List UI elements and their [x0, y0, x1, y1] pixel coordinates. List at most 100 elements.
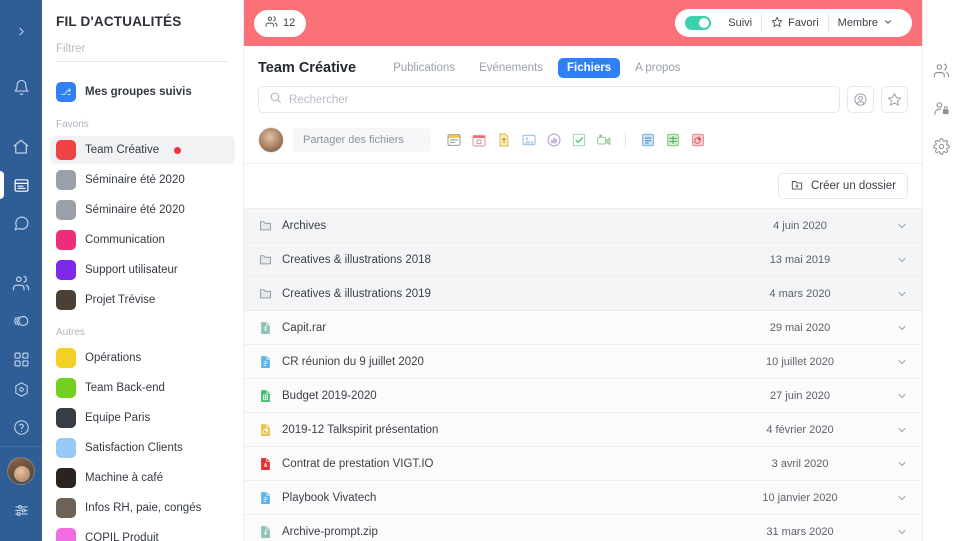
- circles-icon[interactable]: [0, 302, 42, 340]
- people-icon[interactable]: [0, 264, 42, 302]
- sidebar-group-item[interactable]: Machine à café: [50, 464, 235, 492]
- video-icon[interactable]: [594, 131, 613, 150]
- tab-publications[interactable]: Publications: [384, 58, 464, 78]
- folder-row[interactable]: Archives 4 juin 2020: [244, 209, 922, 243]
- admin-user-icon[interactable]: [930, 96, 954, 120]
- newsfeed-icon[interactable]: [0, 166, 42, 204]
- main-column: 12 Suivi Favori Membre Team Créative Pub…: [244, 0, 922, 541]
- search-input[interactable]: [289, 93, 829, 106]
- spreadsheet-icon[interactable]: [663, 131, 682, 150]
- chevron-down-icon[interactable]: [880, 458, 908, 470]
- sidebar-group-item[interactable]: Team Créative: [50, 136, 235, 164]
- group-avatar-icon: [56, 438, 76, 458]
- expand-chevron-icon[interactable]: [0, 12, 42, 50]
- file-date: 10 janvier 2020: [762, 491, 838, 504]
- sidebar-group-item[interactable]: Satisfaction Clients: [50, 434, 235, 462]
- file-date: 4 juin 2020: [773, 219, 827, 232]
- member-count-pill[interactable]: 12: [254, 9, 307, 37]
- sidebar-group-item[interactable]: Infos RH, paie, congés: [50, 494, 235, 522]
- group-item-label: COPIL Produit: [85, 532, 159, 541]
- task-icon[interactable]: [569, 131, 588, 150]
- favorite-button[interactable]: Favori: [761, 14, 828, 32]
- group-item-label: Infos RH, paie, congés: [85, 502, 202, 514]
- group-cover-banner: 12 Suivi Favori Membre: [244, 0, 922, 46]
- chevron-down-icon[interactable]: [880, 220, 908, 232]
- sliders-icon[interactable]: [0, 491, 42, 529]
- members-icon[interactable]: [930, 58, 954, 82]
- share-files-input[interactable]: Partager des fichiers: [293, 128, 431, 152]
- follow-toggle[interactable]: [685, 16, 712, 30]
- author-filter-button[interactable]: [847, 86, 874, 113]
- favorite-filter-button[interactable]: [881, 86, 908, 113]
- unread-dot: [174, 146, 182, 154]
- poll-icon[interactable]: [544, 131, 563, 150]
- group-item-label: Equipe Paris: [85, 412, 151, 424]
- document-icon[interactable]: [638, 131, 657, 150]
- follow-label[interactable]: Suivi: [719, 14, 761, 32]
- file-date: 31 mars 2020: [766, 525, 834, 538]
- image-icon[interactable]: [519, 131, 538, 150]
- filter-input[interactable]: [56, 39, 229, 62]
- group-item-label: Séminaire été 2020: [85, 204, 185, 216]
- file-row[interactable]: Budget 2019-2020 27 juin 2020: [244, 379, 922, 413]
- presentation-icon[interactable]: [688, 131, 707, 150]
- home-icon[interactable]: [0, 128, 42, 166]
- chevron-down-icon[interactable]: [880, 424, 908, 436]
- file-row[interactable]: A Contrat de prestation VIGT.IO 3 avril 20…: [244, 447, 922, 481]
- create-folder-button[interactable]: Créer un dossier: [777, 173, 908, 199]
- sidebar-group-item[interactable]: COPIL Produit: [50, 524, 235, 541]
- page-title: FIL D'ACTUALITÉS: [56, 14, 182, 29]
- tab-a-propos[interactable]: A propos: [626, 58, 689, 78]
- user-avatar[interactable]: [7, 457, 35, 485]
- rail-divider: [0, 446, 42, 447]
- sidebar-group-item[interactable]: Equipe Paris: [50, 404, 235, 432]
- tab-ev-nements[interactable]: Evénements: [470, 58, 552, 78]
- folder-row[interactable]: Creatives & illustrations 2018 13 mai 201…: [244, 243, 922, 277]
- role-dropdown[interactable]: Membre: [827, 14, 902, 32]
- gear-icon[interactable]: [930, 134, 954, 158]
- file-date: 29 mai 2020: [769, 321, 831, 334]
- sidebar-group-item[interactable]: Séminaire été 2020: [50, 196, 235, 224]
- group-avatar-icon: [56, 230, 76, 250]
- file-row[interactable]: Archive-prompt.zip 31 mars 2020: [244, 515, 922, 541]
- chat-icon[interactable]: [0, 204, 42, 242]
- sidebar-group-item[interactable]: Opérations: [50, 344, 235, 372]
- user-avatar: [258, 127, 284, 153]
- file-row[interactable]: 2019-12 Talkspirit présentation 4 février…: [244, 413, 922, 447]
- sidebar-group-item[interactable]: Projet Trévise: [50, 286, 235, 314]
- tab-fichiers[interactable]: Fichiers: [558, 58, 621, 78]
- settings-hex-icon[interactable]: [0, 370, 42, 408]
- star-icon: [771, 16, 783, 31]
- group-tabs-bar: Team Créative Publications Evénements Fich…: [244, 46, 922, 84]
- sidebar-group-item[interactable]: Séminaire été 2020: [50, 166, 235, 194]
- help-icon[interactable]: [0, 408, 42, 446]
- sidebar-item-my-followed-groups[interactable]: ⎇ Mes groupes suivis: [50, 78, 235, 106]
- search-box[interactable]: [258, 86, 840, 113]
- chevron-down-icon[interactable]: [880, 390, 908, 402]
- archive-file-icon: [258, 319, 282, 337]
- sidebar-group-item[interactable]: Communication: [50, 226, 235, 254]
- upload-file-icon[interactable]: [494, 131, 513, 150]
- chevron-down-icon[interactable]: [880, 356, 908, 368]
- event-icon[interactable]: [469, 131, 488, 150]
- file-row[interactable]: CR réunion du 9 juillet 2020 10 juillet 2…: [244, 345, 922, 379]
- followed-groups-icon: ⎇: [56, 82, 76, 102]
- chevron-down-icon[interactable]: [880, 322, 908, 334]
- file-name: CR réunion du 9 juillet 2020: [282, 355, 424, 368]
- chevron-down-icon[interactable]: [880, 254, 908, 266]
- chevron-down-icon[interactable]: [880, 288, 908, 300]
- sidebar-group-item[interactable]: Support utilisateur: [50, 256, 235, 284]
- bell-icon[interactable]: [0, 68, 42, 106]
- chevron-down-icon[interactable]: [880, 526, 908, 538]
- file-row[interactable]: Capit.rar 29 mai 2020: [244, 311, 922, 345]
- file-date: 27 juin 2020: [770, 389, 830, 402]
- file-row[interactable]: Playbook Vivatech 10 janvier 2020: [244, 481, 922, 515]
- people-icon: [265, 15, 278, 31]
- svg-text:A: A: [264, 463, 268, 469]
- sidebar-group-item[interactable]: Team Back-end: [50, 374, 235, 402]
- folder-row[interactable]: Creatives & illustrations 2019 4 mars 202…: [244, 277, 922, 311]
- file-date: 10 juillet 2020: [766, 355, 834, 368]
- group-avatar-icon: [56, 260, 76, 280]
- article-icon[interactable]: [444, 131, 463, 150]
- chevron-down-icon[interactable]: [880, 492, 908, 504]
